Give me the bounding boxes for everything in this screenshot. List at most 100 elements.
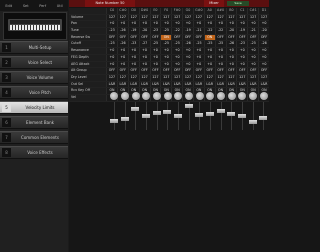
parameter-cell[interactable]: -26 [258,41,269,48]
parameter-cell[interactable]: -22 [214,28,226,34]
parameter-cell[interactable]: +0 [149,61,161,68]
parameter-cell[interactable]: +0 [225,48,237,54]
parameter-cell[interactable]: OFF [138,68,150,74]
fader-cap[interactable] [163,109,172,114]
parameter-cell[interactable]: +0 [106,54,117,61]
parameter-cell[interactable]: OFF [203,68,215,74]
parameter-cell[interactable]: -25 [203,41,215,48]
parameter-cell[interactable]: +0 [182,21,193,28]
parameter-cell[interactable]: +0 [182,54,193,61]
parameter-cell[interactable]: -25 [192,41,204,48]
parameter-cell[interactable]: 127 [225,74,237,81]
pan-knob[interactable] [163,92,172,100]
parameter-cell[interactable]: L&R [236,81,248,88]
volume-fader[interactable] [109,102,120,130]
parameter-cell[interactable]: OFF [116,34,128,41]
parameter-cell[interactable]: OFF [214,68,226,74]
parameter-cell[interactable]: OFF [182,34,193,41]
parameter-cell[interactable]: +0 [127,61,139,68]
parameter-cell[interactable]: +0 [116,61,128,68]
parameter-cell[interactable]: +0 [160,21,172,28]
parameter-cell[interactable]: 127 [225,14,237,21]
pan-knob[interactable] [174,92,183,100]
parameter-cell[interactable]: -26 [116,41,128,48]
parameter-cell[interactable]: OFF [247,68,259,74]
volume-fader[interactable] [237,102,248,130]
parameter-cell[interactable]: -25 [160,41,172,48]
parameter-cell[interactable]: +0 [160,54,172,61]
parameter-cell[interactable]: -23 [236,41,248,48]
fader-cap[interactable] [120,116,129,121]
parameter-cell[interactable]: +0 [247,54,259,61]
parameter-cell[interactable]: -21 [192,28,204,34]
parameter-cell[interactable]: +0 [203,54,215,61]
nav-item[interactable]: 4 Voice Pitch [0,86,68,99]
parameter-cell[interactable]: +0 [225,54,237,61]
parameter-cell[interactable]: ON [160,34,172,41]
parameter-cell[interactable]: +0 [214,21,226,28]
parameter-cell[interactable]: -25 [149,41,161,48]
pan-knob[interactable] [217,92,226,100]
parameter-cell[interactable]: +0 [127,21,139,28]
parameter-cell[interactable]: 127 [182,74,193,81]
parameter-cell[interactable]: +0 [160,48,172,54]
parameter-cell[interactable]: L&R [106,81,117,88]
parameter-cell[interactable]: 127 [182,14,193,21]
pan-knob[interactable] [227,92,236,100]
parameter-cell[interactable]: -26 [116,28,128,34]
parameter-cell[interactable]: -19 [236,28,248,34]
nav-item[interactable]: 3 Voice Volume [0,71,68,84]
parameter-cell[interactable]: -22 [203,28,215,34]
parameter-cell[interactable]: +0 [214,61,226,68]
parameter-cell[interactable]: -25 [214,41,226,48]
toolbar-button-4[interactable]: Util [57,4,63,8]
parameter-cell[interactable]: -20 [258,28,269,34]
parameter-cell[interactable]: +0 [106,21,117,28]
parameter-cell[interactable]: +0 [138,21,150,28]
parameter-cell[interactable]: OFF [116,68,128,74]
parameter-cell[interactable]: -19 [182,28,193,34]
parameter-cell[interactable]: OFF [171,68,183,74]
fader-cap[interactable] [142,114,151,119]
pan-knob[interactable] [131,92,140,100]
parameter-cell[interactable]: +0 [236,48,248,54]
parameter-cell[interactable]: +0 [236,54,248,61]
parameter-cell[interactable]: +0 [182,61,193,68]
parameter-cell[interactable]: 127 [192,74,204,81]
nav-item[interactable]: 8 Voice Effects [0,146,68,159]
parameter-cell[interactable]: +0 [258,54,269,61]
parameter-cell[interactable]: -21 [247,28,259,34]
parameter-cell[interactable]: +0 [138,61,150,68]
pan-knob[interactable] [121,92,129,100]
parameter-cell[interactable]: OFF [106,68,117,74]
parameter-cell[interactable]: -25 [160,28,172,34]
pan-knob[interactable] [142,92,151,100]
parameter-cell[interactable]: 127 [106,74,117,81]
parameter-cell[interactable]: L&R [247,81,259,88]
parameter-cell[interactable]: -25 [106,41,117,48]
parameter-cell[interactable]: 127 [149,74,161,81]
parameter-cell[interactable]: OFF [225,34,237,41]
parameter-cell[interactable]: -20 [138,28,150,34]
parameter-cell[interactable]: OFF [236,68,248,74]
parameter-cell[interactable]: OFF [106,34,117,41]
volume-fader[interactable] [130,102,141,130]
parameter-cell[interactable]: ON [203,34,215,41]
fader-cap[interactable] [227,111,236,116]
parameter-cell[interactable]: +0 [258,48,269,54]
parameter-cell[interactable]: L&R [138,81,150,88]
parameter-cell[interactable]: -25 [247,41,259,48]
parameter-cell[interactable]: OFF [192,68,204,74]
parameter-cell[interactable]: +0 [116,54,128,61]
parameter-cell[interactable]: +0 [192,21,204,28]
parameter-cell[interactable]: OFF [182,68,193,74]
parameter-cell[interactable]: +0 [203,21,215,28]
parameter-cell[interactable]: +0 [247,48,259,54]
parameter-cell[interactable]: +0 [192,61,204,68]
fader-cap[interactable] [259,115,268,120]
parameter-cell[interactable]: -26 [182,41,193,48]
parameter-cell[interactable]: OFF [247,34,259,41]
pan-knob[interactable] [249,92,258,100]
parameter-cell[interactable]: L&R [225,81,237,88]
parameter-cell[interactable]: +0 [236,21,248,28]
